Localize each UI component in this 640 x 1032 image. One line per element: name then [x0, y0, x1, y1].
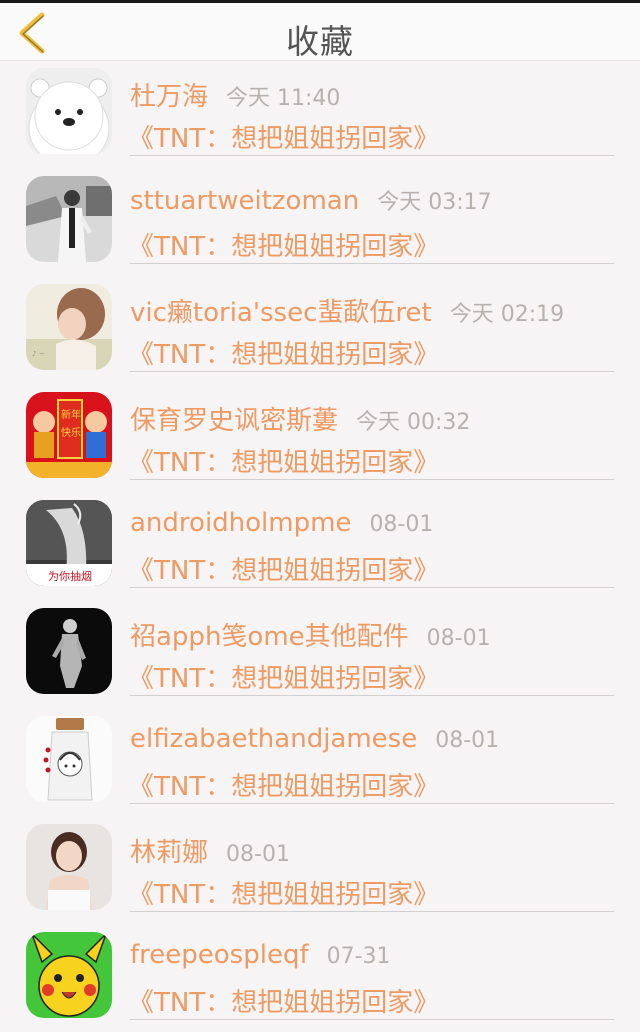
timestamp: 08-01: [435, 728, 500, 753]
timestamp: 今天 03:17: [377, 190, 492, 215]
silhouette-avatar-image: [26, 608, 112, 694]
work-title-link[interactable]: 《TNT：想把姐姐拐回家》: [128, 334, 439, 371]
avatar[interactable]: [26, 716, 112, 802]
divider: [130, 803, 614, 804]
list-item[interactable]: 杜万海 今天 11:40 《TNT：想把姐姐拐回家》: [0, 60, 640, 168]
list-item[interactable]: 为你抽烟 androidholmpme 08-01 《TNT：想把姐姐拐回家》: [0, 492, 640, 600]
work-title-link[interactable]: 《TNT：想把姐姐拐回家》: [128, 550, 439, 587]
user-name[interactable]: freepeospleqf: [130, 940, 309, 970]
list-item[interactable]: 林莉娜 08-01 《TNT：想把姐姐拐回家》: [0, 816, 640, 924]
avatar[interactable]: 新年 快乐: [26, 392, 112, 478]
user-name[interactable]: vic癞toria'ssec蜚歃伍ret: [130, 298, 432, 328]
girl-photo-avatar-image: ♪ ~: [26, 284, 112, 370]
divider: [130, 155, 614, 156]
avatar-caption: 为你抽烟: [48, 569, 92, 583]
avatar[interactable]: [26, 608, 112, 694]
work-title-link[interactable]: 《TNT：想把姐姐拐回家》: [128, 982, 439, 1019]
pikachu-avatar-image: [26, 932, 112, 1018]
new-year-kids-avatar-image: 新年 快乐: [26, 392, 112, 478]
favorites-list: 杜万海 今天 11:40 《TNT：想把姐姐拐回家》 sttuartweitzom…: [0, 60, 640, 1032]
svg-text:新年: 新年: [61, 408, 81, 421]
list-item[interactable]: elfizabaethandjamese 08-01 《TNT：想把姐姐拐回家》: [0, 708, 640, 816]
user-name[interactable]: sttuartweitzoman: [130, 186, 359, 216]
user-name[interactable]: 林莉娜: [130, 838, 208, 868]
user-name[interactable]: 杜万海: [130, 82, 208, 112]
timestamp: 08-01: [226, 842, 290, 867]
timestamp: 08-01: [426, 626, 491, 651]
work-title-link[interactable]: 《TNT：想把姐姐拐回家》: [128, 874, 439, 911]
divider: [130, 695, 614, 696]
smoking-hand-avatar-image: 为你抽烟: [26, 500, 112, 586]
user-name[interactable]: elfizabaethandjamese: [130, 724, 417, 754]
work-title-link[interactable]: 《TNT：想把姐姐拐回家》: [128, 658, 439, 695]
user-name[interactable]: androidholmpme: [130, 508, 351, 538]
svg-text:快乐: 快乐: [61, 427, 81, 439]
page-title: 收藏: [286, 22, 354, 61]
divider: [130, 911, 614, 912]
user-name[interactable]: 祒apph笺ome其他配件: [130, 622, 409, 652]
white-bear-avatar-image: [26, 68, 112, 154]
timestamp: 今天 00:32: [356, 410, 471, 435]
divider: [130, 479, 614, 480]
work-title-link[interactable]: 《TNT：想把姐姐拐回家》: [128, 226, 439, 263]
timestamp: 08-01: [369, 512, 434, 537]
avatar[interactable]: [26, 932, 112, 1018]
timestamp: 07-31: [326, 944, 391, 969]
divider: [130, 587, 614, 588]
list-item[interactable]: sttuartweitzoman 今天 03:17 《TNT：想把姐姐拐回家》: [0, 168, 640, 276]
avatar[interactable]: [26, 176, 112, 262]
avatar[interactable]: 为你抽烟: [26, 500, 112, 586]
work-title-link[interactable]: 《TNT：想把姐姐拐回家》: [128, 766, 439, 803]
user-name[interactable]: 保育罗史讽密斯蔞: [130, 406, 338, 436]
divider: [130, 263, 614, 264]
list-item[interactable]: freepeospleqf 07-31 《TNT：想把姐姐拐回家》: [0, 924, 640, 1032]
list-item[interactable]: 新年 快乐 保育罗史讽密斯蔞 今天 00:32 《TNT：想把姐姐拐回家》: [0, 384, 640, 492]
list-item[interactable]: 祒apph笺ome其他配件 08-01 《TNT：想把姐姐拐回家》: [0, 600, 640, 708]
avatar[interactable]: [26, 68, 112, 154]
avatar[interactable]: ♪ ~: [26, 284, 112, 370]
top-bar: 收藏: [0, 3, 640, 61]
work-title-link[interactable]: 《TNT：想把姐姐拐回家》: [128, 118, 439, 155]
list-item[interactable]: ♪ ~ vic癞toria'ssec蜚歃伍ret 今天 02:19 《TNT：想把…: [0, 276, 640, 384]
svg-text:♪ ~: ♪ ~: [32, 350, 45, 358]
woman-portrait-avatar-image: [26, 824, 112, 910]
timestamp: 今天 11:40: [226, 86, 341, 111]
work-title-link[interactable]: 《TNT：想把姐姐拐回家》: [128, 442, 439, 479]
man-photo-avatar-image: [26, 176, 112, 262]
divider: [130, 371, 614, 372]
avatar[interactable]: [26, 824, 112, 910]
timestamp: 今天 02:19: [449, 302, 565, 327]
bottle-girl-avatar-image: [26, 716, 112, 802]
